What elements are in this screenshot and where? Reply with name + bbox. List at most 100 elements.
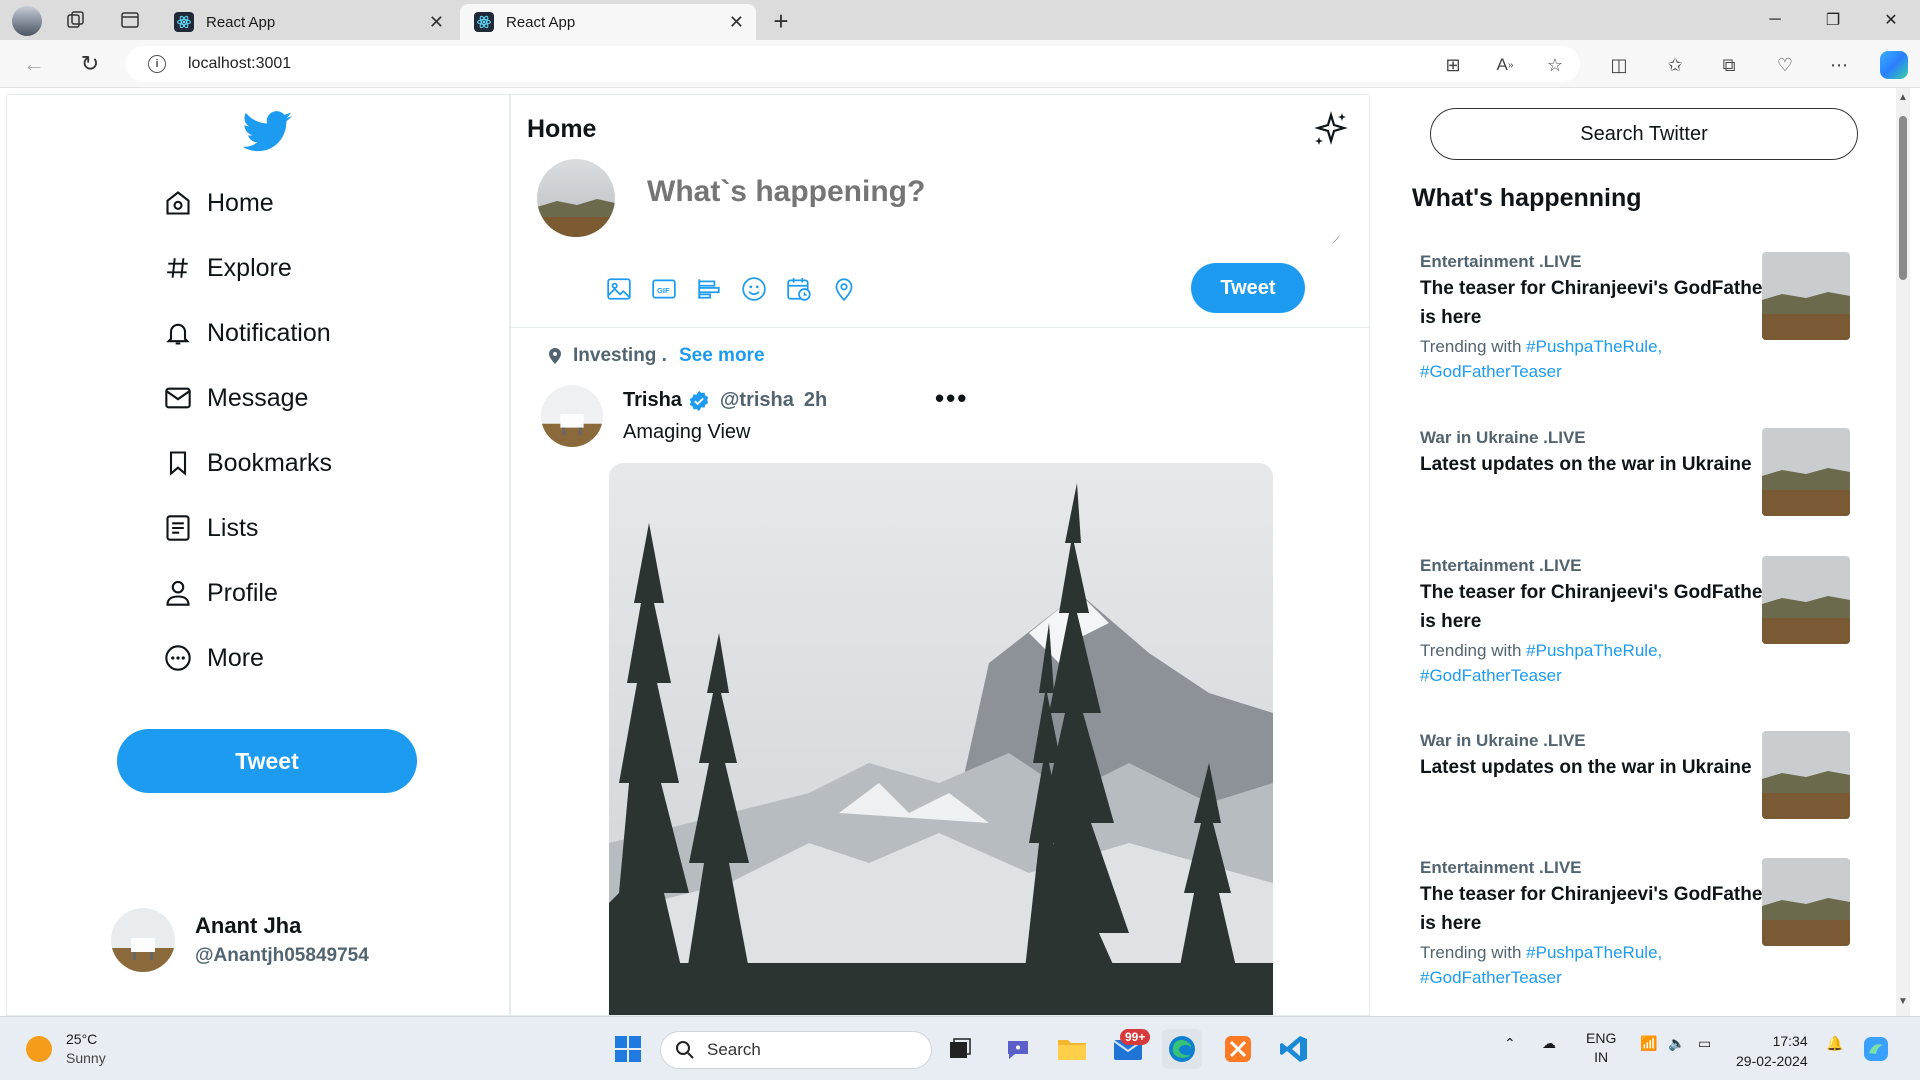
react-icon (174, 12, 194, 32)
refresh-icon[interactable]: ↻ (78, 51, 102, 76)
windows-start-icon[interactable] (608, 1029, 648, 1069)
tab-actions-icon[interactable] (118, 8, 142, 32)
close-tab-icon[interactable]: ✕ (429, 12, 444, 33)
volume-icon[interactable]: 🔈 (1668, 1035, 1685, 1052)
url-field[interactable]: i localhost:3001 (126, 46, 1580, 82)
sparkle-icon[interactable] (1311, 109, 1351, 149)
tab-react-app-1[interactable]: React App ✕ (160, 4, 456, 40)
scroll-down-icon[interactable]: ▼ (1898, 996, 1908, 1007)
favorites-icon[interactable]: ✩ (1664, 54, 1686, 76)
minimize-icon[interactable]: ─ (1748, 0, 1802, 40)
teams-chat-icon[interactable] (998, 1029, 1038, 1069)
task-view-icon[interactable] (940, 1029, 980, 1069)
hashtag-link[interactable]: #PushpaTheRule, (1526, 641, 1662, 660)
trend-item[interactable]: Entertainment .LIVE The teaser for Chira… (1420, 252, 1860, 384)
search-twitter-input[interactable]: Search Twitter (1430, 108, 1858, 160)
trend-headline: The teaser for Chiranjeevi's GodFather i… (1420, 582, 1770, 632)
split-screen-icon[interactable]: ◫ (1608, 54, 1630, 76)
trend-headline: Latest updates on the war in Ukraine (1420, 454, 1752, 475)
account-switcher[interactable]: Anant Jha @Anantjh05849754 (111, 905, 369, 975)
emoji-icon[interactable] (740, 275, 768, 303)
sidebar-tweet-button[interactable]: Tweet (117, 729, 417, 793)
trend-item[interactable]: War in Ukraine .LIVE Latest updates on t… (1420, 731, 1860, 819)
hashtag-link[interactable]: #PushpaTheRule, (1526, 943, 1662, 962)
trend-item[interactable]: Entertainment .LIVE The teaser for Chira… (1420, 556, 1860, 688)
edge-browser-icon[interactable] (1162, 1029, 1202, 1069)
hashtag-link[interactable]: #PushpaTheRule, (1526, 337, 1662, 356)
trend-tags: Trending with #PushpaTheRule, #GodFather… (1420, 638, 1860, 688)
post-author-handle: @trisha (719, 389, 794, 411)
nav-more[interactable]: More (163, 638, 264, 678)
composer-avatar (537, 159, 615, 237)
tab-react-app-2[interactable]: React App ✕ (460, 4, 756, 40)
mail-icon (163, 383, 193, 413)
close-tab-icon[interactable]: ✕ (729, 12, 744, 33)
home-icon (163, 188, 193, 218)
resize-handle-icon[interactable]: ⟋ (1333, 235, 1345, 247)
scrollbar-thumb[interactable] (1899, 116, 1907, 280)
nav-profile[interactable]: Profile (163, 573, 278, 613)
browser-essentials-icon[interactable]: ♡ (1774, 54, 1796, 76)
nav-message[interactable]: Message (163, 378, 308, 418)
page-scrollbar[interactable]: ▲ ▼ (1896, 88, 1910, 1016)
profile-avatar[interactable] (12, 6, 42, 36)
post-author-avatar[interactable] (541, 385, 603, 447)
nav-bookmarks[interactable]: Bookmarks (163, 443, 332, 483)
nav-lists[interactable]: Lists (163, 508, 258, 548)
search-icon (676, 1041, 694, 1059)
compose-tweet-button[interactable]: Tweet (1191, 263, 1305, 313)
weather-widget[interactable]: 25°C Sunny (26, 1031, 106, 1066)
trend-thumbnail (1762, 252, 1850, 340)
hashtag-link[interactable]: #GodFatherTeaser (1420, 666, 1562, 685)
show-hidden-icons[interactable]: ⌃ (1504, 1035, 1516, 1052)
xampp-icon[interactable] (1218, 1029, 1258, 1069)
nav-label: Message (207, 383, 309, 412)
system-clock[interactable]: 17:34 29-02-2024 (1736, 1031, 1808, 1071)
post-author-name[interactable]: Trisha (623, 389, 682, 412)
more-options-icon[interactable]: ••• (935, 383, 968, 414)
nav-label: Bookmarks (207, 448, 333, 477)
trend-item[interactable]: War in Ukraine .LIVE Latest updates on t… (1420, 428, 1860, 516)
read-aloud-icon[interactable]: A» (1494, 54, 1516, 76)
schedule-icon[interactable] (785, 275, 813, 303)
collections-icon[interactable]: ⧉ (1718, 54, 1740, 76)
back-icon[interactable]: ← (22, 51, 46, 76)
workspaces-icon[interactable] (64, 8, 88, 32)
trend-item[interactable]: Entertainment .LIVE The teaser for Chira… (1420, 858, 1860, 990)
post-image[interactable] (609, 463, 1273, 1015)
nav-explore[interactable]: Explore (163, 248, 292, 288)
see-more-link[interactable]: See more (679, 345, 765, 367)
nav-home[interactable]: Home (163, 183, 274, 223)
language-indicator[interactable]: ENG IN (1586, 1029, 1616, 1067)
poll-icon[interactable] (695, 275, 723, 303)
scroll-up-icon[interactable]: ▲ (1898, 92, 1908, 103)
settings-more-icon[interactable]: ⋯ (1828, 54, 1850, 76)
location-icon[interactable] (830, 275, 858, 303)
copilot-icon[interactable] (1880, 51, 1908, 79)
hashtag-link[interactable]: #GodFatherTeaser (1420, 362, 1562, 381)
trend-headline: The teaser for Chiranjeevi's GodFather i… (1420, 278, 1770, 328)
taskbar-search[interactable]: Search (660, 1031, 932, 1069)
hashtag-link[interactable]: #GodFatherTeaser (1420, 968, 1562, 987)
close-window-icon[interactable]: ✕ (1864, 0, 1918, 40)
image-icon[interactable] (605, 275, 633, 303)
battery-icon[interactable]: ▭ (1698, 1035, 1711, 1052)
favorite-star-icon[interactable]: ☆ (1544, 54, 1566, 76)
file-explorer-icon[interactable] (1052, 1029, 1092, 1069)
post-context-label: Investing . (573, 345, 667, 366)
compose-tweet-input[interactable] (647, 161, 1327, 237)
gif-icon[interactable]: GIF (650, 275, 678, 303)
app-available-icon[interactable]: ⊞ (1442, 54, 1464, 76)
new-tab-icon[interactable]: + (766, 6, 796, 36)
copilot-taskbar-icon[interactable] (1860, 1029, 1892, 1069)
wifi-icon[interactable]: 📶 (1640, 1035, 1657, 1052)
page-title: Home (527, 115, 597, 143)
notification-bell-icon[interactable]: 🔔 (1826, 1035, 1843, 1052)
divider (511, 327, 1369, 328)
nav-notification[interactable]: Notification (163, 313, 331, 353)
onedrive-icon[interactable]: ☁ (1542, 1035, 1556, 1052)
site-info-icon[interactable]: i (148, 55, 166, 73)
vscode-icon[interactable] (1274, 1029, 1314, 1069)
restore-icon[interactable]: ❐ (1806, 0, 1860, 40)
twitter-logo-icon[interactable] (242, 111, 293, 153)
